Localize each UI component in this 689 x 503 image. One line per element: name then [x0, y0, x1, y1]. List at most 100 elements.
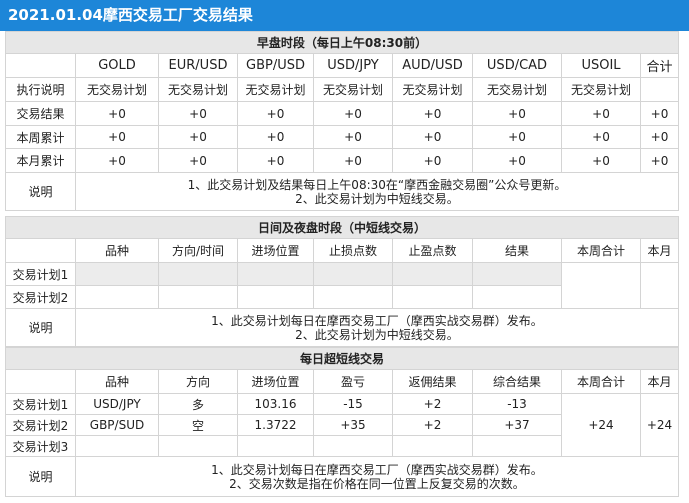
scalping-note-row: 说明 1、此交易计划每日在摩西交易工厂（摩西实战交易群）发布。 2、交易次数是指…	[5, 456, 679, 497]
table-cell: 空	[158, 414, 238, 436]
table-row: 交易结果 +0 +0 +0 +0 +0 +0 +0 +0	[5, 101, 679, 126]
day-night-section-header: 日间及夜盘时段（中短线交易）	[5, 216, 679, 239]
table-cell: +0	[392, 148, 473, 173]
col-header-combined: 综合结果	[472, 369, 562, 394]
table-cell: 103.16	[237, 393, 314, 415]
col-header-direction-time: 方向/时间	[158, 238, 238, 263]
note-line: 1、此交易计划及结果每日上午08:30在“摩西金融交易圈”公众号更新。	[187, 177, 567, 192]
morning-section-header: 早盘时段（每日上午08:30前）	[5, 31, 679, 54]
table-cell	[472, 285, 562, 309]
day-night-note-row: 说明 1、此交易计划每日在摩西交易工厂（摩西实战交易群）发布。 2、此交易计划为…	[5, 308, 679, 347]
table-cell: +0	[640, 125, 679, 149]
col-header-entry: 进场位置	[237, 238, 314, 263]
note-line: 2、交易次数是指在价格在同一位置上反复交易的次数。	[229, 476, 525, 491]
table-cell: +0	[158, 148, 238, 173]
report-title: 2021.01.04摩西交易工厂交易结果	[8, 6, 253, 24]
plan-label: 交易计划1	[5, 393, 76, 415]
empty-cell	[5, 238, 76, 263]
morning-column-header-row: GOLD EUR/USD GBP/USD USD/JPY AUD/USD USD…	[5, 53, 679, 78]
month-total-cell: +24	[640, 393, 679, 457]
note-line: 2、此交易计划为中短线交易。	[295, 327, 459, 342]
table-cell: +0	[237, 101, 314, 126]
col-header-direction: 方向	[158, 369, 238, 394]
scalping-table: 每日超短线交易 品种 方向 进场位置 盈亏 返佣结果 综合结果 本周合计 本月 …	[5, 347, 679, 497]
col-header-month: 本月	[640, 238, 679, 263]
col-header-symbol: 品种	[75, 238, 159, 263]
col-header-take-profit: 止盈点数	[392, 238, 473, 263]
title-bar: 2021.01.04摩西交易工厂交易结果	[0, 0, 689, 31]
table-cell	[158, 285, 238, 309]
plan-label: 交易计划3	[5, 435, 76, 457]
plan-label: 交易计划2	[5, 414, 76, 436]
table-cell: -13	[472, 393, 562, 415]
table-cell: +0	[561, 125, 641, 149]
table-cell: +0	[640, 148, 679, 173]
col-header-symbol: 品种	[75, 369, 159, 394]
day-night-notes: 1、此交易计划每日在摩西交易工厂（摩西实战交易群）发布。 2、此交易计划为中短线…	[75, 308, 679, 347]
table-cell: +0	[640, 101, 679, 126]
table-cell: 无交易计划	[472, 77, 562, 102]
table-cell: +37	[472, 414, 562, 436]
week-total-cell: +24	[561, 393, 641, 457]
note-line: 1、此交易计划每日在摩西交易工厂（摩西实战交易群）发布。	[211, 313, 543, 328]
col-header-eurusd: EUR/USD	[158, 53, 238, 78]
col-header-week-total: 本周合计	[561, 238, 641, 263]
col-header-stop-loss: 止损点数	[313, 238, 393, 263]
table-cell: +0	[392, 125, 473, 149]
table-cell: +0	[561, 148, 641, 173]
table-cell: -15	[313, 393, 393, 415]
row-label: 交易结果	[5, 101, 76, 126]
table-cell: +0	[313, 101, 393, 126]
table-cell: 1.3722	[237, 414, 314, 436]
table-cell: +0	[472, 148, 562, 173]
table-cell: 无交易计划	[237, 77, 314, 102]
table-cell: USD/JPY	[75, 393, 159, 415]
note-label: 说明	[5, 456, 76, 497]
empty-cell	[5, 369, 76, 394]
table-cell: 无交易计划	[75, 77, 159, 102]
table-cell: 多	[158, 393, 238, 415]
table-cell	[313, 262, 393, 286]
scalping-column-header-row: 品种 方向 进场位置 盈亏 返佣结果 综合结果 本周合计 本月	[5, 369, 679, 394]
table-cell: +0	[75, 125, 159, 149]
report-page: 2021.01.04摩西交易工厂交易结果 早盘时段（每日上午08:30前） GO…	[0, 0, 689, 503]
table-cell	[75, 285, 159, 309]
table-row: 本月累计 +0 +0 +0 +0 +0 +0 +0 +0	[5, 148, 679, 173]
note-label: 说明	[5, 172, 76, 211]
plan-label: 交易计划2	[5, 285, 76, 309]
day-night-session-table: 日间及夜盘时段（中短线交易） 品种 方向/时间 进场位置 止损点数 止盈点数 结…	[5, 216, 679, 347]
table-row: 交易计划1	[5, 262, 679, 309]
col-header-rebate: 返佣结果	[392, 369, 473, 394]
table-cell: +0	[158, 101, 238, 126]
col-header-gbpusd: GBP/USD	[237, 53, 314, 78]
empty-cell	[5, 53, 76, 78]
note-line: 2、此交易计划为中短线交易。	[295, 191, 459, 206]
table-cell	[392, 262, 473, 286]
table-cell	[237, 435, 314, 457]
table-row: 执行说明 无交易计划 无交易计划 无交易计划 无交易计划 无交易计划 无交易计划…	[5, 77, 679, 102]
table-cell: +0	[75, 101, 159, 126]
table-row: 交易计划1 USD/JPY 多 103.16 -15 +2 -13 +24 +2…	[5, 393, 679, 457]
table-cell: +0	[472, 101, 562, 126]
table-cell: +0	[472, 125, 562, 149]
month-total-cell	[640, 262, 679, 309]
table-cell	[472, 435, 562, 457]
morning-notes: 1、此交易计划及结果每日上午08:30在“摩西金融交易圈”公众号更新。 2、此交…	[75, 172, 679, 211]
table-cell: GBP/SUD	[75, 414, 159, 436]
table-cell	[313, 435, 393, 457]
col-header-week-total: 本周合计	[561, 369, 641, 394]
col-header-result: 结果	[472, 238, 562, 263]
table-cell: +2	[392, 393, 473, 415]
week-total-cell	[561, 262, 641, 309]
scalping-section-header: 每日超短线交易	[5, 347, 679, 370]
table-cell: +0	[561, 101, 641, 126]
col-header-usdjpy: USD/JPY	[313, 53, 393, 78]
table-cell	[313, 285, 393, 309]
table-cell: +0	[237, 125, 314, 149]
col-header-total: 合计	[640, 53, 679, 78]
note-line: 1、此交易计划每日在摩西交易工厂（摩西实战交易群）发布。	[211, 462, 543, 477]
plan-label: 交易计划1	[5, 262, 76, 286]
col-header-audusd: AUD/USD	[392, 53, 473, 78]
table-cell	[392, 285, 473, 309]
table-cell	[640, 77, 679, 102]
